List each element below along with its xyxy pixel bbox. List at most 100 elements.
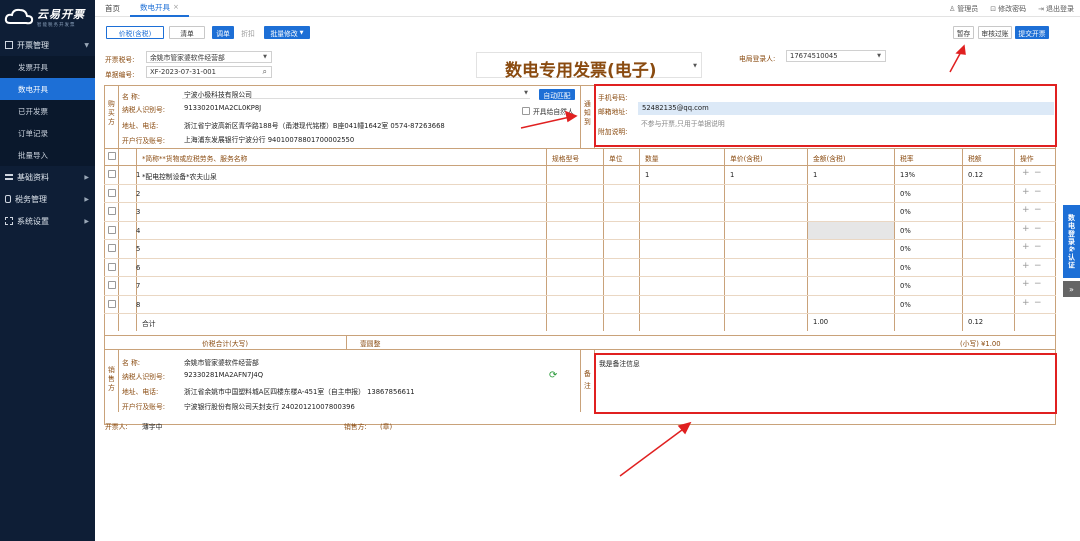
buyer-bank-label: 开户行及账号:	[122, 137, 166, 145]
tax-rate-cell[interactable]: 0%	[900, 190, 911, 198]
price-tax-toggle[interactable]: 价税(含税)	[106, 26, 164, 39]
drawer-value[interactable]: 薄宇中	[142, 421, 162, 431]
row-checkbox[interactable]	[108, 262, 116, 271]
invoice-icon	[5, 41, 13, 49]
add-row-icon[interactable]: +	[1022, 279, 1030, 289]
login-select[interactable]: 17674510045 ▼	[786, 50, 886, 62]
invoice-title: 数电专用发票(电子)	[505, 61, 657, 81]
seller-bank-value[interactable]: 宁波银行股份有限公司天封支行 24020121007800396	[184, 401, 355, 411]
row-number: 2	[136, 189, 141, 198]
sidebar-item-digital-issue[interactable]: 数电开具	[0, 78, 95, 100]
add-row-icon[interactable]: +	[1022, 261, 1030, 271]
sidebar-item-batch-import[interactable]: 批量导入	[0, 144, 95, 166]
logout-label: 退出登录	[1046, 4, 1074, 13]
list-button[interactable]: 清单	[169, 26, 205, 39]
discount-button[interactable]: 折扣	[238, 26, 258, 39]
remove-row-icon[interactable]: −	[1034, 205, 1042, 215]
sidebar-item-issue[interactable]: 发票开具	[0, 56, 95, 78]
buyer-name-label: 名 称:	[122, 93, 141, 101]
tax-rate-cell[interactable]: 0%	[900, 227, 911, 235]
row-checkbox[interactable]	[108, 244, 116, 252]
auto-match-button[interactable]: 自动匹配	[539, 89, 575, 100]
grid-divider	[104, 165, 1056, 166]
tax-rate-cell[interactable]: 0%	[900, 301, 911, 309]
buyer-bank-value[interactable]: 上海浦东发展银行宁波分行 94010078801700002550	[184, 134, 354, 144]
add-row-icon[interactable]: +	[1022, 187, 1030, 197]
nav-group-invoice[interactable]: 开票管理 ▼	[0, 34, 95, 56]
logout-link[interactable]: ⇥ 退出登录	[1038, 4, 1074, 14]
remove-row-icon[interactable]: −	[1034, 298, 1042, 308]
remove-row-icon[interactable]: −	[1034, 279, 1042, 289]
buyer-addr-value[interactable]: 浙江省宁波高新区青华路188号（甬港现代铭楼）B座041幢1642室 0574-…	[184, 120, 445, 130]
buyer-name-input[interactable]: 宁波小极科技有限公司 ▼	[182, 89, 530, 99]
tax-rate-cell[interactable]: 13%	[900, 171, 915, 179]
search-icon[interactable]: ⌕	[263, 67, 267, 77]
tax-rate-cell[interactable]: 0%	[900, 208, 911, 216]
tab-digital-issue[interactable]: 数电开具 ×	[130, 0, 189, 17]
add-row-icon[interactable]: +	[1022, 168, 1030, 178]
invoice-button[interactable]: 调单	[212, 26, 234, 39]
seller-taxno-value[interactable]: 92330281MA2AFN7J4Q	[184, 371, 263, 379]
row-checkbox[interactable]	[108, 225, 116, 234]
remove-row-icon[interactable]: −	[1034, 261, 1042, 271]
change-password-link[interactable]: ⊡ 修改密码	[990, 4, 1026, 14]
caret-down-icon: ▼	[524, 90, 528, 96]
row-checkbox[interactable]	[108, 281, 116, 289]
item-name-cell[interactable]: *配电控制设备*农夫山泉	[142, 171, 217, 181]
header-actions: 操作	[1020, 155, 1034, 163]
nav-group-settings[interactable]: 系统设置 ▶	[0, 210, 95, 232]
quantity-cell[interactable]: 1	[645, 171, 649, 179]
save-draft-button[interactable]: 暂存	[953, 26, 974, 39]
add-row-icon[interactable]: +	[1022, 224, 1030, 234]
divider	[104, 335, 1056, 336]
sidebar-item-issued[interactable]: 已开发票	[0, 100, 95, 122]
tax-icon	[5, 195, 11, 203]
seller-name-label: 名 称:	[122, 359, 141, 367]
user-menu[interactable]: ♙ 管理员	[949, 4, 978, 14]
collapse-button[interactable]: »	[1063, 281, 1080, 297]
tax-rate-cell[interactable]: 0%	[900, 282, 911, 290]
natural-person-checkbox[interactable]	[522, 107, 530, 115]
refresh-icon[interactable]: ⟳	[549, 370, 557, 381]
tab-home[interactable]: 首页	[95, 0, 130, 17]
remark-input[interactable]: 我是备注信息	[594, 353, 1057, 414]
row-checkbox[interactable]	[108, 207, 116, 215]
nav-group-label: 基础资料	[17, 172, 49, 182]
batch-edit-button[interactable]: 批量修改 ▼	[264, 26, 310, 39]
doc-no-input[interactable]: XF-2023-07-31-001 ⌕	[146, 66, 272, 78]
settings-icon	[5, 217, 13, 225]
nav-group-basic-data[interactable]: 基础资料 ▶	[0, 166, 95, 188]
add-row-icon[interactable]: +	[1022, 205, 1030, 215]
nav-group-tax[interactable]: 税务管理 ▶	[0, 188, 95, 210]
divider	[104, 148, 1056, 149]
remove-row-icon[interactable]: −	[1034, 242, 1042, 252]
row-checkbox[interactable]	[108, 299, 116, 308]
close-icon[interactable]: ×	[173, 3, 179, 11]
buyer-taxno-value[interactable]: 91330201MA2CL0KP8J	[184, 104, 261, 112]
tax-rate-cell[interactable]: 0%	[900, 264, 911, 272]
remove-row-icon[interactable]: −	[1034, 187, 1042, 197]
tax-amount-cell[interactable]: 0.12	[968, 171, 983, 179]
add-row-icon[interactable]: +	[1022, 298, 1030, 308]
sidebar-item-orders[interactable]: 订单记录	[0, 122, 95, 144]
nav-group-label: 税务管理	[15, 194, 47, 204]
seller-addr-value[interactable]: 浙江省余姚市中国塑料城A区四楼东楼A-451室（自主申报） 1386785661…	[184, 386, 415, 396]
unit-price-cell[interactable]: 1	[730, 171, 734, 179]
seller-side-label: 销售方	[108, 366, 115, 392]
seller-taxno-label: 纳税人识别号:	[122, 373, 166, 381]
invoice-type-select[interactable]: 数电专用发票(电子) ▼	[476, 52, 702, 81]
select-all-checkbox[interactable]	[108, 152, 116, 160]
seller-name-value[interactable]: 余姚市管家婆软件经营部	[184, 357, 259, 367]
buyer-taxno-label: 纳税人识别号:	[122, 106, 166, 114]
remove-row-icon[interactable]: −	[1034, 168, 1042, 178]
row-checkbox[interactable]	[108, 188, 116, 197]
review-button[interactable]: 审核过账	[978, 26, 1012, 39]
amount-cell[interactable]: 1	[813, 171, 817, 179]
tax-id-select[interactable]: 余姚市管家婆软件经营部 ▼	[146, 51, 272, 63]
submit-invoice-button[interactable]: 提交开票	[1015, 26, 1049, 39]
add-row-icon[interactable]: +	[1022, 242, 1030, 252]
tax-rate-cell[interactable]: 0%	[900, 245, 911, 253]
remove-row-icon[interactable]: −	[1034, 224, 1042, 234]
login-auth-button[interactable]: 数电登录&认证	[1063, 205, 1080, 278]
row-checkbox[interactable]	[108, 170, 116, 178]
